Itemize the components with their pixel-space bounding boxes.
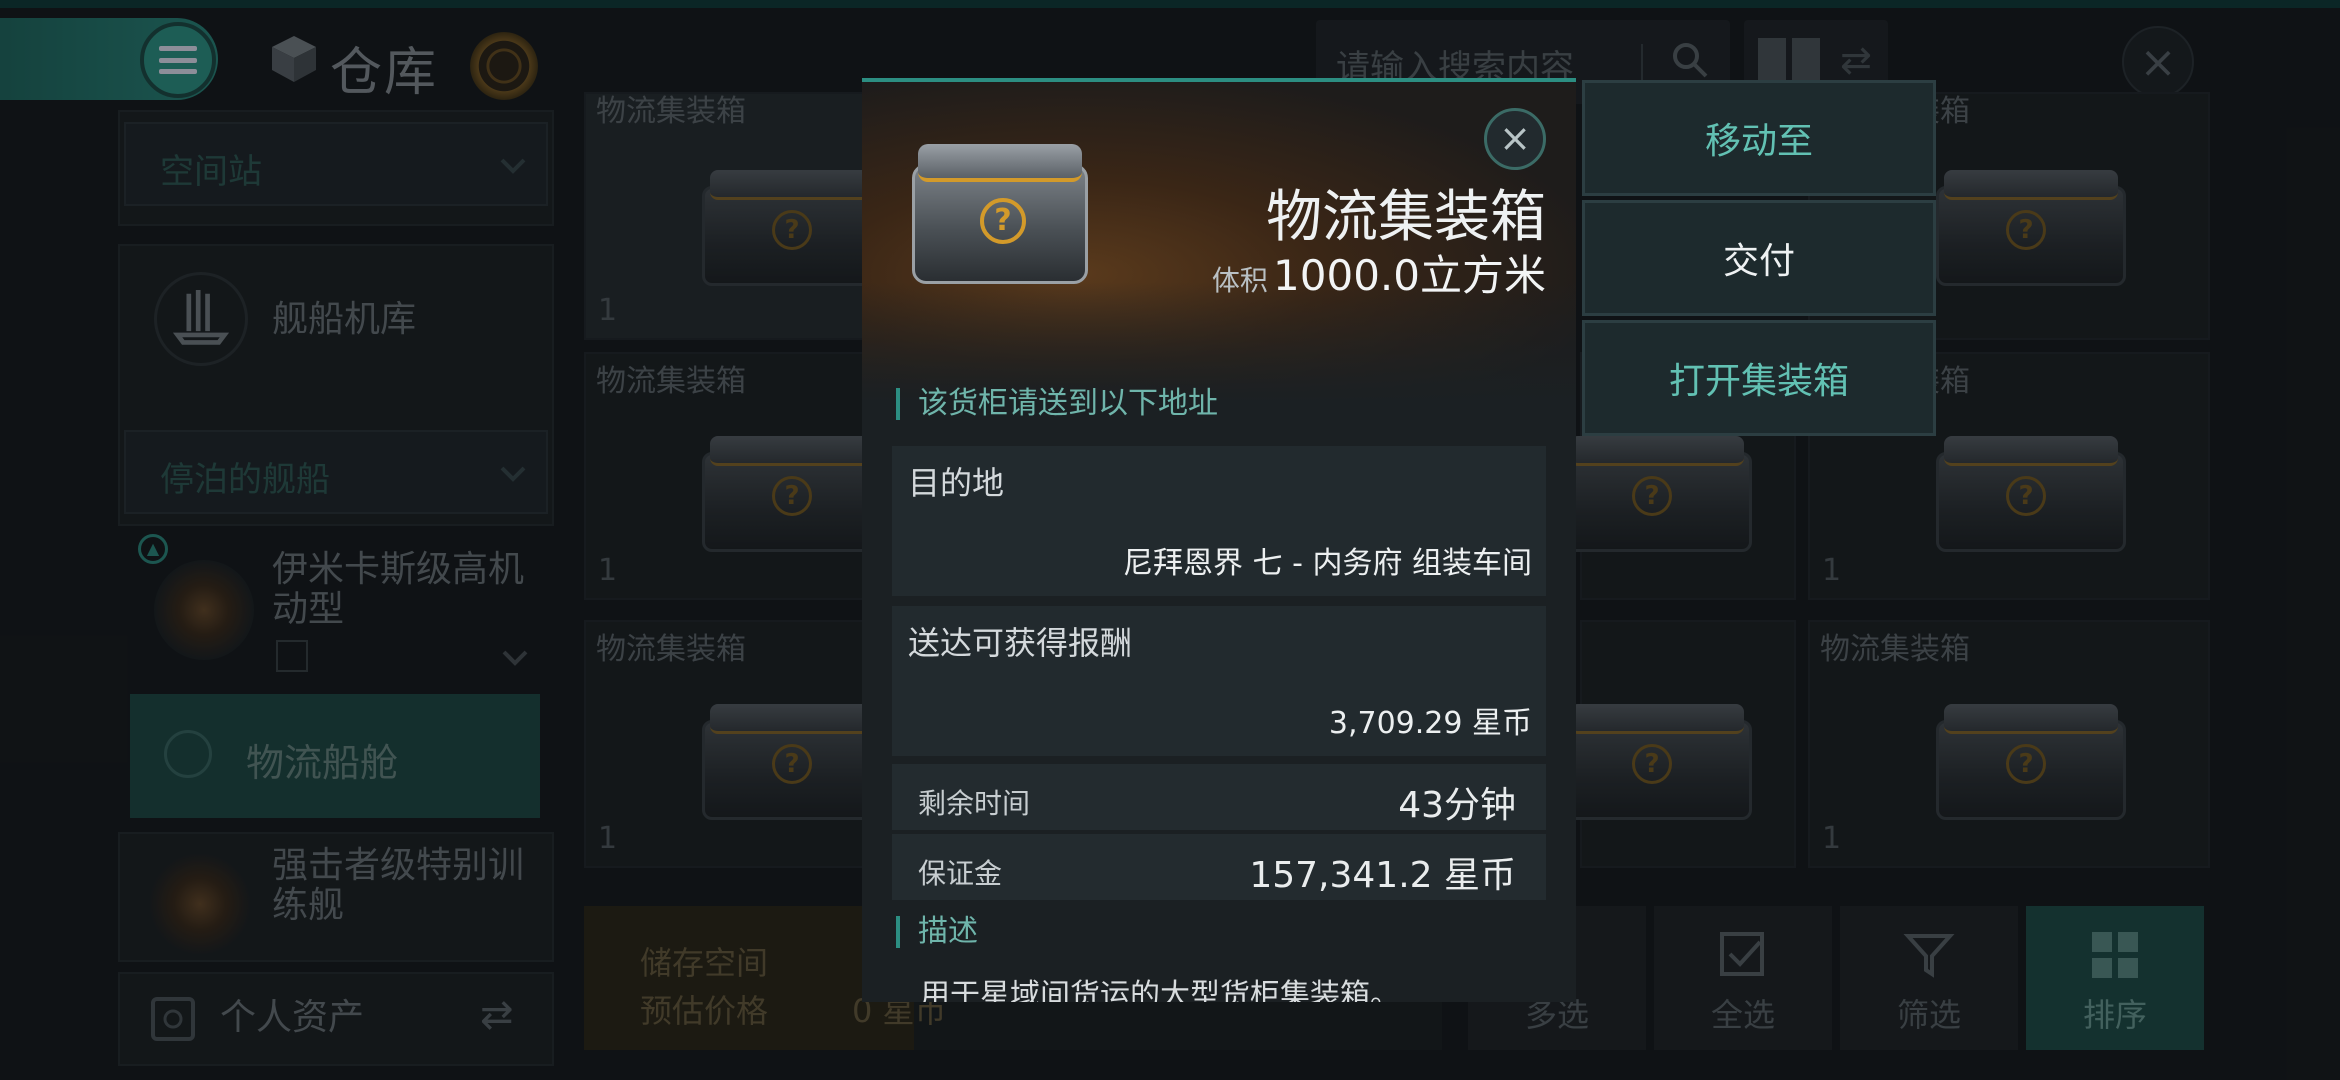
deliver-button[interactable]: 交付 — [1582, 200, 1936, 316]
move-to-button[interactable]: 移动至 — [1582, 80, 1936, 196]
volume-label: 体积 — [1211, 264, 1268, 297]
reward-field: 送达可获得报酬 3,709.29 星币 — [892, 606, 1546, 756]
close-icon[interactable]: × — [1484, 108, 1546, 170]
delivery-section-title: 该货柜请送到以下地址 — [896, 388, 1218, 420]
destination-value: 尼拜恩界 七 - 内务府 组装车间 — [1123, 546, 1532, 581]
time-label: 剩余时间 — [918, 787, 1031, 820]
reward-value: 3,709.29 星币 — [1328, 706, 1532, 741]
deposit-label: 保证金 — [918, 857, 1003, 890]
container-icon: ? — [912, 138, 1092, 288]
popup-title: 物流集装箱 — [1266, 185, 1546, 250]
volume-value: 1000.0立方米 — [1273, 251, 1546, 300]
volume-row: 体积 1000.0立方米 — [1212, 242, 1546, 303]
open-container-button[interactable]: 打开集装箱 — [1582, 320, 1936, 436]
description-text: 用于星域间货运的大型货柜集装箱。 — [920, 978, 1400, 1002]
deposit-value: 157,341.2 星币 — [1249, 855, 1516, 896]
destination-label: 目的地 — [908, 464, 1005, 502]
item-detail-popup: × ? 物流集装箱 体积 1000.0立方米 该货柜请送到以下地址 目的地 尼拜… — [862, 78, 1576, 1002]
description-section-title: 描述 — [896, 916, 978, 948]
destination-field: 目的地 尼拜恩界 七 - 内务府 组装车间 — [892, 446, 1546, 596]
reward-label: 送达可获得报酬 — [908, 624, 1133, 662]
time-row: 剩余时间 43分钟 — [892, 764, 1546, 830]
deposit-row: 保证金 157,341.2 星币 — [892, 834, 1546, 900]
time-value: 43分钟 — [1398, 785, 1516, 826]
